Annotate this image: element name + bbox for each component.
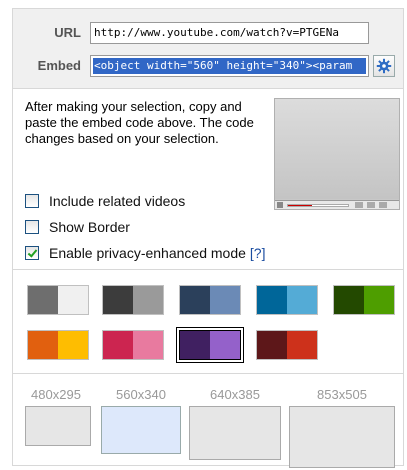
color-scheme-swatch[interactable]	[27, 285, 89, 315]
related-videos-checkbox[interactable]	[25, 194, 39, 208]
color-scheme-swatch[interactable]	[256, 330, 318, 360]
swatch-primary-color	[103, 331, 133, 359]
show-border-option[interactable]: Show Border	[25, 218, 130, 236]
swatch-secondary-color	[58, 331, 88, 359]
divider	[13, 373, 403, 374]
divider	[13, 269, 403, 270]
preview-controls	[275, 200, 399, 209]
embed-code-field[interactable]: <object width="560" height="340"><param	[90, 55, 369, 77]
player-size-label[interactable]: 480x295	[25, 387, 87, 402]
player-size-option[interactable]	[189, 406, 281, 460]
color-scheme-swatch[interactable]	[256, 285, 318, 315]
color-scheme-swatch[interactable]	[179, 285, 241, 315]
volume-icon	[355, 202, 363, 208]
swatch-secondary-color	[287, 331, 317, 359]
swatch-primary-color	[257, 286, 287, 314]
fullscreen-icon	[379, 202, 387, 208]
swatch-primary-color	[28, 331, 58, 359]
progress-fill	[288, 205, 312, 206]
video-preview	[274, 98, 400, 210]
privacy-mode-label: Enable privacy-enhanced mode	[49, 245, 246, 261]
privacy-help-link[interactable]: [?]	[250, 245, 266, 261]
color-scheme-swatch[interactable]	[333, 285, 395, 315]
swatch-secondary-color	[133, 331, 163, 359]
embed-label: Embed	[37, 58, 81, 73]
color-scheme-swatch[interactable]	[27, 330, 89, 360]
swatch-primary-color	[28, 286, 58, 314]
url-label: URL	[54, 25, 81, 40]
url-field[interactable]: http://www.youtube.com/watch?v=PTGENa	[90, 22, 369, 44]
color-scheme-swatch[interactable]	[176, 327, 244, 363]
player-size-label[interactable]: 853x505	[289, 387, 395, 402]
swatch-secondary-color	[287, 286, 317, 314]
swatch-primary-color	[103, 286, 133, 314]
player-size-option[interactable]	[25, 406, 91, 446]
settings-button[interactable]	[373, 55, 395, 77]
related-videos-label: Include related videos	[49, 193, 186, 209]
privacy-mode-checkbox[interactable]	[25, 246, 39, 260]
instructions-text: After making your selection, copy and pa…	[25, 99, 254, 146]
swatch-secondary-color	[58, 286, 88, 314]
player-size-option[interactable]	[289, 406, 395, 468]
player-size-option[interactable]	[101, 406, 181, 454]
embed-panel: URL http://www.youtube.com/watch?v=PTGEN…	[12, 8, 404, 468]
swatch-primary-color	[180, 331, 210, 359]
swatch-secondary-color	[210, 331, 240, 359]
swatch-secondary-color	[364, 286, 394, 314]
embed-code-header: URL http://www.youtube.com/watch?v=PTGEN…	[13, 9, 403, 89]
show-border-label: Show Border	[49, 219, 130, 235]
player-size-label[interactable]: 560x340	[101, 387, 181, 402]
swatch-primary-color	[257, 331, 287, 359]
preview-screen	[275, 99, 399, 199]
gear-icon	[376, 58, 392, 74]
swatch-secondary-color	[133, 286, 163, 314]
progress-track	[287, 204, 349, 207]
swatch-primary-color	[180, 286, 210, 314]
privacy-mode-option[interactable]: Enable privacy-enhanced mode [?]	[25, 244, 265, 262]
play-icon	[277, 202, 283, 208]
color-scheme-swatch[interactable]	[102, 285, 164, 315]
size-icon	[367, 202, 375, 208]
embed-code-text: <object width="560" height="340"><param	[93, 58, 366, 74]
swatch-primary-color	[334, 286, 364, 314]
player-size-label[interactable]: 640x385	[189, 387, 281, 402]
show-border-checkbox[interactable]	[25, 220, 39, 234]
swatch-secondary-color	[210, 286, 240, 314]
related-videos-option[interactable]: Include related videos	[25, 192, 185, 210]
color-scheme-swatch[interactable]	[102, 330, 164, 360]
